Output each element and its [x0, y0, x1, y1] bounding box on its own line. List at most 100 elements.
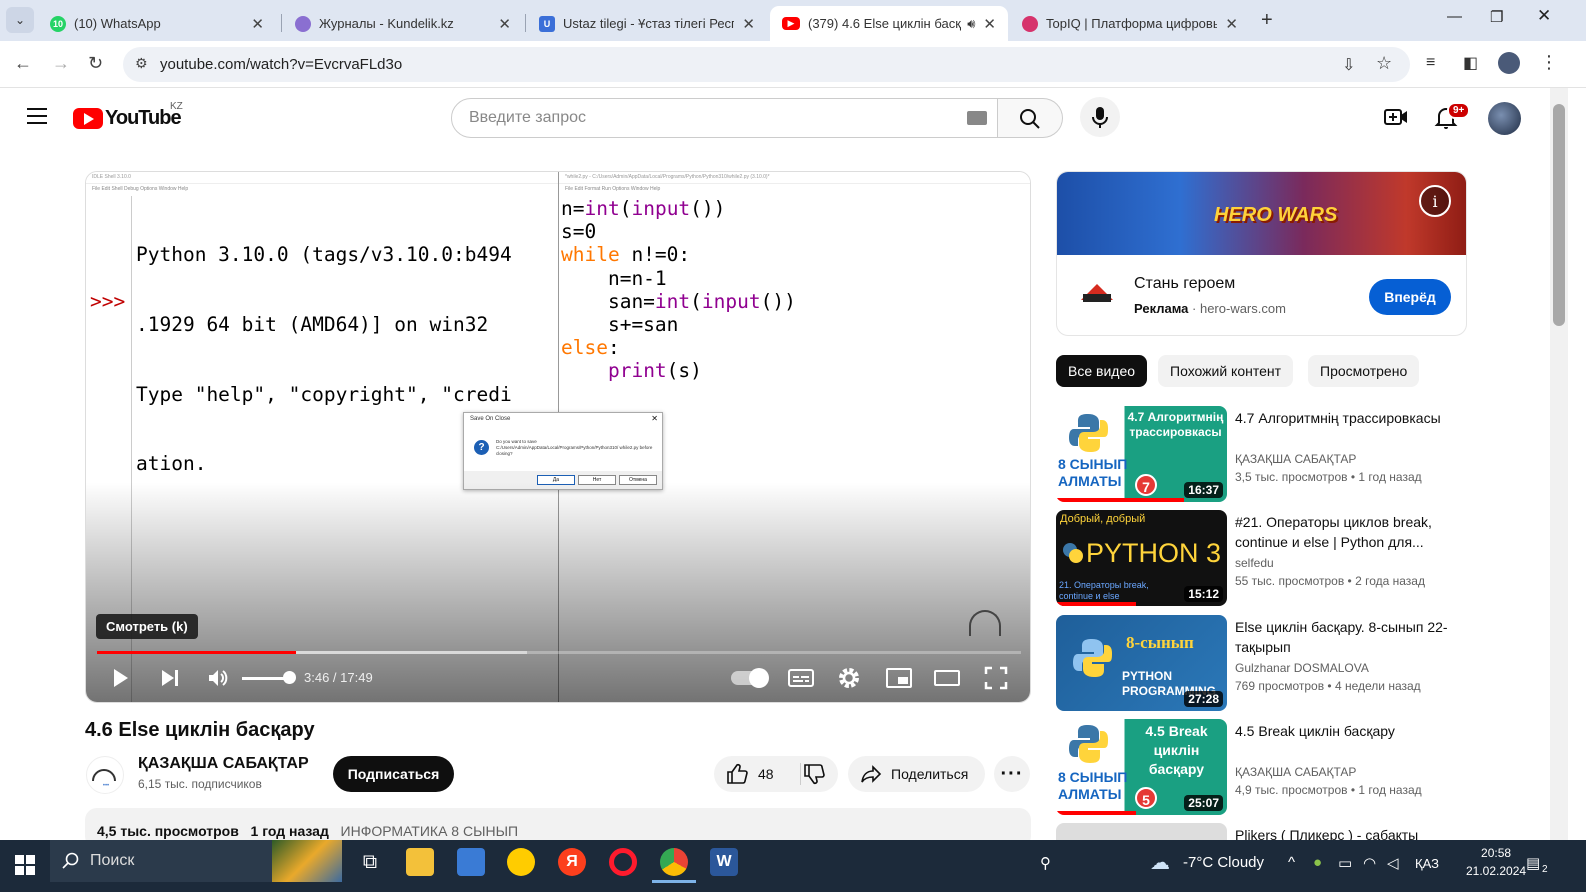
show-hidden-icons-icon[interactable]: ^ — [1288, 854, 1295, 871]
new-tab-icon[interactable]: + — [1261, 9, 1273, 32]
chrome-icon[interactable] — [652, 848, 696, 883]
next-video-icon[interactable] — [158, 666, 182, 690]
rec-title[interactable]: Else циклін басқару. 8-сынып 22- тақырып — [1235, 617, 1463, 657]
action-center-icon[interactable]: ▤ — [1526, 854, 1540, 872]
more-actions-icon[interactable]: ··· — [994, 756, 1030, 792]
ad-title[interactable]: Стань героем — [1134, 275, 1235, 293]
close-tab-icon[interactable]: ✕ — [251, 15, 264, 33]
rec-title[interactable]: #21. Операторы циклов break, continue и … — [1235, 512, 1463, 552]
chip-related[interactable]: Похожий контент — [1158, 355, 1294, 387]
recommendation-item[interactable]: 4.5 Break циклін басқару 8 СЫНЫП АЛМАТЫ … — [1056, 719, 1467, 815]
bookmark-star-icon[interactable]: ☆ — [1376, 53, 1392, 74]
opera-icon[interactable] — [609, 848, 637, 876]
task-view-icon[interactable]: ⧉ — [356, 848, 384, 876]
miniplayer-icon[interactable] — [886, 666, 912, 690]
rec-title[interactable]: Plikers ( Пликерс ) - сабақты — [1235, 825, 1463, 840]
rec-channel[interactable]: selfedu — [1235, 556, 1274, 570]
minimize-icon[interactable]: — — [1447, 8, 1462, 25]
restore-icon[interactable]: ❐ — [1490, 8, 1503, 26]
clock[interactable]: 20:58 21.02.2024 — [1466, 844, 1526, 880]
ad-card[interactable]: HERO WARS i Стань героем Реклама · hero-… — [1056, 171, 1467, 336]
back-icon[interactable]: ← — [14, 53, 32, 74]
ad-info-icon[interactable]: i — [1419, 185, 1451, 217]
video-thumbnail[interactable]: 4.5 Break циклін басқару 8 СЫНЫП АЛМАТЫ … — [1056, 719, 1227, 815]
tab-whatsapp[interactable]: 10 (10) WhatsApp ✕ — [38, 6, 276, 41]
create-video-icon[interactable] — [1384, 105, 1408, 134]
close-tab-icon[interactable]: ✕ — [498, 15, 511, 33]
file-explorer-icon[interactable] — [406, 848, 434, 876]
tab-ustaz[interactable]: U Ustaz tilegi - Ұстаз тілегі Респу ✕ — [527, 6, 767, 41]
recommendation-item[interactable]: Добрый, добрый PYTHON 3 21. Операторы br… — [1056, 510, 1467, 606]
channel-avatar[interactable]: ••• — [86, 756, 124, 794]
speaker-icon[interactable]: 🔊︎ — [967, 16, 975, 32]
account-avatar[interactable] — [1488, 102, 1521, 135]
rec-channel[interactable]: Gulzhanar DOSMALOVA — [1235, 661, 1369, 675]
keyboard-icon[interactable] — [967, 111, 987, 125]
recommendation-item[interactable]: Plikers ( Пликерс ) - сабақты — [1056, 823, 1467, 840]
scrollbar-thumb[interactable] — [1553, 104, 1565, 326]
reload-icon[interactable]: ↻ — [88, 53, 103, 74]
word-icon[interactable]: W — [710, 848, 738, 876]
people-icon[interactable]: ⚲ — [1040, 854, 1051, 872]
address-bar[interactable]: ⚙ youtube.com/watch?v=EvcrvaFLd3o ⇩ ☆ — [123, 47, 1410, 82]
chip-all-videos[interactable]: Все видео — [1056, 355, 1148, 387]
video-thumbnail[interactable]: 4.7 Алгоритмнің трассировкасы 8 СЫНЫП АЛ… — [1056, 406, 1227, 502]
settings-gear-icon[interactable] — [837, 666, 861, 690]
tray-app-icon[interactable]: ● — [1313, 854, 1322, 871]
like-button[interactable]: 48 — [714, 756, 800, 792]
install-app-icon[interactable]: ⇩ — [1342, 55, 1355, 75]
menu-dots-icon[interactable]: ⋮ — [1540, 52, 1558, 73]
windows-start-icon[interactable] — [15, 855, 35, 875]
side-panel-icon[interactable]: ◧ — [1463, 53, 1478, 73]
video-thumbnail[interactable] — [1056, 823, 1227, 840]
dislike-button[interactable] — [802, 762, 826, 789]
play-icon[interactable] — [108, 666, 132, 690]
ad-banner-image[interactable]: HERO WARS — [1057, 172, 1466, 255]
rec-title[interactable]: 4.5 Break циклін басқару — [1235, 721, 1463, 741]
volume-knob[interactable] — [283, 671, 296, 684]
rec-channel[interactable]: ҚАЗАҚША САБАҚТАР — [1235, 765, 1356, 779]
recommendation-item[interactable]: 8-сынып PYTHON PROGRAMMING 27:28 Else ци… — [1056, 615, 1467, 711]
subtitles-icon[interactable] — [788, 666, 814, 690]
speaker-volume-icon[interactable]: ◁ — [1387, 854, 1399, 872]
forward-icon[interactable]: → — [52, 53, 70, 74]
weather-text[interactable]: -7°C Cloudy — [1183, 854, 1264, 871]
yandex-market-icon[interactable] — [507, 848, 535, 876]
video-thumbnail[interactable]: 8-сынып PYTHON PROGRAMMING 27:28 — [1056, 615, 1227, 711]
site-info-icon[interactable]: ⚙ — [135, 55, 148, 72]
profile-avatar[interactable] — [1498, 52, 1520, 74]
video-tag[interactable]: ИНФОРМАТИКА 8 СЫНЫП — [341, 823, 519, 839]
search-button[interactable] — [998, 98, 1063, 138]
microsoft-store-icon[interactable] — [457, 848, 485, 876]
wifi-icon[interactable]: ◠ — [1363, 854, 1376, 872]
channel-watermark-logo[interactable] — [969, 610, 1001, 636]
close-tab-icon[interactable]: ✕ — [742, 15, 755, 33]
search-input[interactable]: Введите запрос — [451, 98, 998, 138]
theater-mode-icon[interactable] — [934, 666, 960, 690]
battery-icon[interactable]: ▭ — [1338, 854, 1352, 872]
close-tab-icon[interactable]: ✕ — [983, 15, 996, 33]
voice-search-button[interactable] — [1080, 97, 1120, 137]
progress-bar[interactable] — [97, 651, 1021, 654]
close-tab-icon[interactable]: ✕ — [1225, 15, 1238, 33]
close-window-icon[interactable]: ✕ — [1537, 6, 1551, 26]
tab-topiq[interactable]: TopIQ | Платформа цифровых ✕ — [1010, 6, 1250, 41]
media-control-icon[interactable]: ≡ — [1426, 54, 1435, 72]
tab-search-button[interactable]: ⌄ — [6, 7, 34, 33]
rec-channel[interactable]: ҚАЗАҚША САБАҚТАР — [1235, 452, 1356, 466]
subscribe-button[interactable]: Подписаться — [333, 756, 454, 792]
rec-title[interactable]: 4.7 Алгоритмнің трассировкасы — [1235, 408, 1463, 428]
autoplay-toggle[interactable] — [731, 668, 769, 688]
youtube-logo[interactable]: YouTube KZ — [73, 101, 183, 130]
recommendation-item[interactable]: 4.7 Алгоритмнің трассировкасы 8 СЫНЫП АЛ… — [1056, 406, 1467, 502]
video-thumbnail[interactable]: Добрый, добрый PYTHON 3 21. Операторы br… — [1056, 510, 1227, 606]
taskbar-search-input[interactable]: Поиск — [50, 840, 342, 882]
tab-youtube-active[interactable]: ▶ (379) 4.6 Else циклін басқа 🔊︎ ✕ — [770, 6, 1008, 41]
ad-cta-button[interactable]: Вперёд — [1369, 279, 1451, 315]
tab-kundelik[interactable]: Журналы - Kundelik.kz ✕ — [283, 6, 523, 41]
language-indicator[interactable]: ҚАЗ — [1415, 856, 1439, 871]
chip-watched[interactable]: Просмотрено — [1308, 355, 1420, 387]
yandex-browser-icon[interactable]: Я — [558, 848, 586, 876]
fullscreen-icon[interactable] — [984, 666, 1008, 690]
channel-name[interactable]: ҚАЗАҚША САБАҚТАР — [138, 755, 309, 773]
